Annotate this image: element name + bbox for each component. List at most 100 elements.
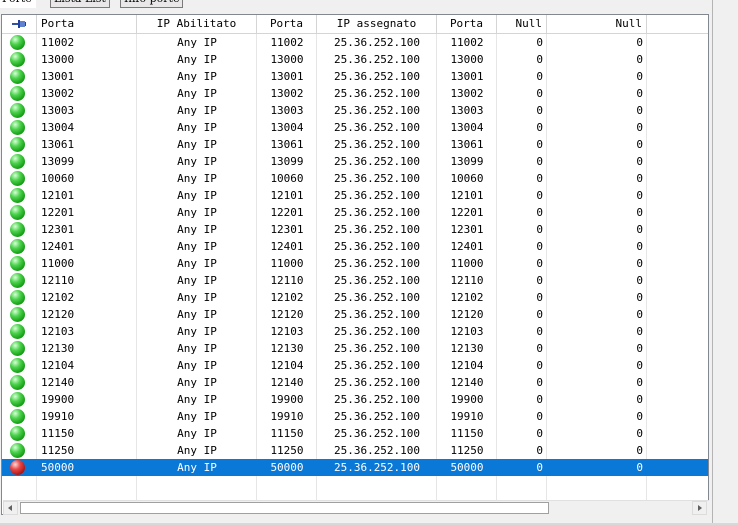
cell-porta2: 11250: [270, 444, 304, 457]
cell-null2: 0: [636, 121, 643, 134]
horizontal-scrollbar[interactable]: [3, 500, 709, 515]
column-header-null-1[interactable]: Null: [497, 15, 547, 33]
tab-info-porte[interactable]: Info porte: [120, 0, 184, 8]
table-row[interactable]: 12301 Any IP 12301 25.36.252.100 12301 0 0: [2, 221, 708, 238]
cell-ip-assegnato: 25.36.252.100: [333, 189, 421, 202]
cell-porta2: 12130: [270, 342, 304, 355]
table-row[interactable]: 12103 Any IP 12103 25.36.252.100 12103 0 0: [2, 323, 708, 340]
cell-porta2: 11150: [270, 427, 304, 440]
cell-null1: 0: [536, 223, 543, 236]
cell-null2: 0: [636, 274, 643, 287]
table-row[interactable]: 13061 Any IP 13061 25.36.252.100 13061 0 0: [2, 136, 708, 153]
table-row[interactable]: 50000 Any IP 50000 25.36.252.100 50000 0 0: [2, 459, 708, 476]
column-header-ip-assegnato[interactable]: IP assegnato: [317, 15, 437, 33]
table-row[interactable]: 13000 Any IP 13000 25.36.252.100 13000 0 0: [2, 51, 708, 68]
table-row[interactable]: 13002 Any IP 13002 25.36.252.100 13002 0 0: [2, 85, 708, 102]
cell-porta3: 12140: [450, 376, 484, 389]
cell-porta3: 12201: [450, 206, 484, 219]
cell-ip-abilitato: Any IP: [177, 359, 217, 372]
table-row[interactable]: 12110 Any IP 12110 25.36.252.100 12110 0 0: [2, 272, 708, 289]
cell-ip-abilitato: Any IP: [177, 121, 217, 134]
scroll-left-button[interactable]: [3, 501, 18, 515]
table-row[interactable]: 12102 Any IP 12102 25.36.252.100 12102 0 0: [2, 289, 708, 306]
table-row[interactable]: 13099 Any IP 13099 25.36.252.100 13099 0 0: [2, 153, 708, 170]
table-row[interactable]: 19910 Any IP 19910 25.36.252.100 19910 0 0: [2, 408, 708, 425]
cell-porta3: 19910: [450, 410, 484, 423]
cell-porta2: 13001: [270, 70, 304, 83]
cell-ip-abilitato: Any IP: [177, 444, 217, 457]
table-row[interactable]: 13003 Any IP 13003 25.36.252.100 13003 0 0: [2, 102, 708, 119]
cell-null1: 0: [536, 155, 543, 168]
table-row[interactable]: 10060 Any IP 10060 25.36.252.100 10060 0 0: [2, 170, 708, 187]
cell-porta2: 12401: [270, 240, 304, 253]
cell-porta3: 12101: [450, 189, 484, 202]
cell-ip-assegnato: 25.36.252.100: [333, 240, 421, 253]
cell-porta3: 12102: [450, 291, 484, 304]
cell-null1: 0: [536, 291, 543, 304]
cell-ip-assegnato: 25.36.252.100: [333, 87, 421, 100]
table-row[interactable]: 12104 Any IP 12104 25.36.252.100 12104 0 0: [2, 357, 708, 374]
status-green-icon: [10, 426, 25, 441]
table-row[interactable]: 12130 Any IP 12130 25.36.252.100 12130 0 0: [2, 340, 708, 357]
table-row[interactable]: 12101 Any IP 12101 25.36.252.100 12101 0 0: [2, 187, 708, 204]
cell-null1: 0: [536, 138, 543, 151]
cell-porta3: 11150: [450, 427, 484, 440]
cell-ip-abilitato: Any IP: [177, 155, 217, 168]
cell-null2: 0: [636, 444, 643, 457]
scroll-right-button[interactable]: [692, 501, 707, 515]
cell-ip-assegnato: 25.36.252.100: [333, 70, 421, 83]
table-row[interactable]: 11150 Any IP 11150 25.36.252.100 11150 0 0: [2, 425, 708, 442]
scrollbar-thumb[interactable]: [20, 502, 549, 514]
ports-list-view[interactable]: Porta IP Abilitato Porta IP assegnato Po…: [1, 14, 709, 515]
table-row[interactable]: 19900 Any IP 19900 25.36.252.100 19900 0 0: [2, 391, 708, 408]
column-header-porta-2[interactable]: Porta: [257, 15, 317, 33]
tab-lista-list[interactable]: Lista List: [50, 0, 110, 8]
cell-porta: 11250: [41, 444, 75, 457]
tab-porte[interactable]: Porte: [0, 0, 36, 8]
cell-ip-assegnato: 25.36.252.100: [333, 155, 421, 168]
cell-ip-assegnato: 25.36.252.100: [333, 36, 421, 49]
cell-null2: 0: [636, 257, 643, 270]
cell-ip-abilitato: Any IP: [177, 291, 217, 304]
cell-porta3: 12301: [450, 223, 484, 236]
table-row[interactable]: 11000 Any IP 11000 25.36.252.100 11000 0 0: [2, 255, 708, 272]
cell-ip-assegnato: 25.36.252.100: [333, 104, 421, 117]
column-header-ip-abilitato[interactable]: IP Abilitato: [137, 15, 257, 33]
cell-ip-abilitato: Any IP: [177, 87, 217, 100]
cell-porta2: 11002: [270, 36, 304, 49]
status-green-icon: [10, 103, 25, 118]
cell-null1: 0: [536, 70, 543, 83]
right-pane: [712, 0, 738, 525]
cell-null1: 0: [536, 53, 543, 66]
cell-null1: 0: [536, 444, 543, 457]
cell-porta2: 19900: [270, 393, 304, 406]
table-row[interactable]: 11250 Any IP 11250 25.36.252.100 11250 0 0: [2, 442, 708, 459]
cell-porta3: 13002: [450, 87, 484, 100]
table-row[interactable]: 12120 Any IP 12120 25.36.252.100 12120 0 0: [2, 306, 708, 323]
table-row[interactable]: 12401 Any IP 12401 25.36.252.100 12401 0 0: [2, 238, 708, 255]
cell-ip-assegnato: 25.36.252.100: [333, 138, 421, 151]
table-row[interactable]: 12201 Any IP 12201 25.36.252.100 12201 0 0: [2, 204, 708, 221]
cell-porta3: 13004: [450, 121, 484, 134]
cell-porta2: 13000: [270, 53, 304, 66]
cell-null2: 0: [636, 206, 643, 219]
cell-ip-abilitato: Any IP: [177, 206, 217, 219]
cell-null2: 0: [636, 342, 643, 355]
table-row[interactable]: 13004 Any IP 13004 25.36.252.100 13004 0 0: [2, 119, 708, 136]
cell-null2: 0: [636, 87, 643, 100]
cell-porta2: 12102: [270, 291, 304, 304]
table-row[interactable]: 12140 Any IP 12140 25.36.252.100 12140 0 0: [2, 374, 708, 391]
cell-porta3: 12120: [450, 308, 484, 321]
table-row[interactable]: 11002 Any IP 11002 25.36.252.100 11002 0 0: [2, 34, 708, 51]
cell-porta3: 11250: [450, 444, 484, 457]
column-header-porta[interactable]: Porta: [37, 15, 137, 33]
cell-porta3: 12401: [450, 240, 484, 253]
status-green-icon: [10, 222, 25, 237]
cell-porta2: 12301: [270, 223, 304, 236]
cell-ip-abilitato: Any IP: [177, 240, 217, 253]
cell-ip-assegnato: 25.36.252.100: [333, 257, 421, 270]
table-row[interactable]: 13001 Any IP 13001 25.36.252.100 13001 0 0: [2, 68, 708, 85]
column-header-porta-3[interactable]: Porta: [437, 15, 497, 33]
column-header-status[interactable]: [2, 15, 37, 33]
column-header-null-2[interactable]: Null: [547, 15, 647, 33]
